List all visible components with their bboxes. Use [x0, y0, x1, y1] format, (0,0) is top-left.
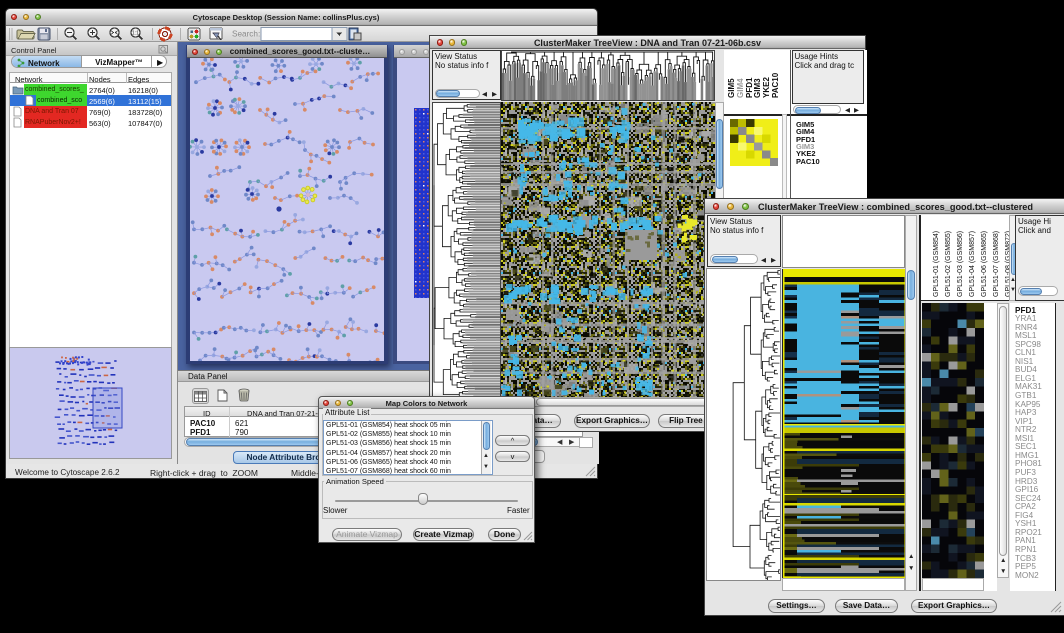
svg-text:Search:: Search:	[232, 30, 260, 39]
svg-text:1:1: 1:1	[132, 31, 139, 37]
